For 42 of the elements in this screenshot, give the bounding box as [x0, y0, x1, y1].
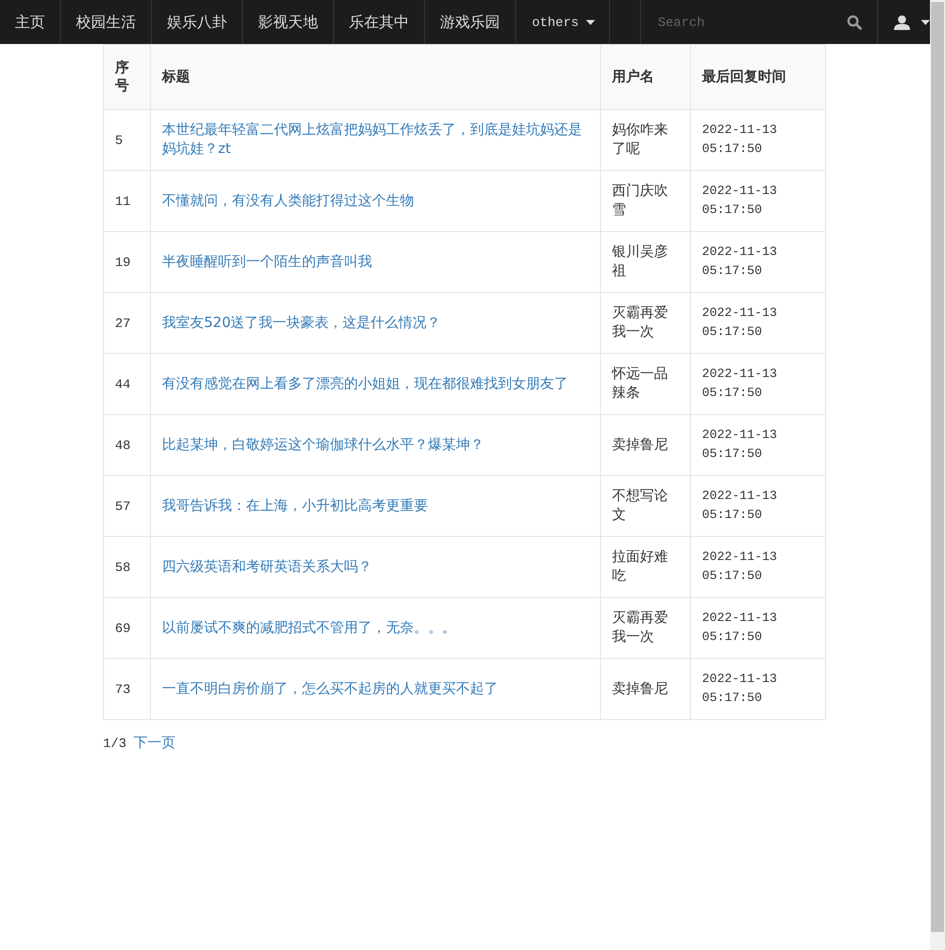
table-cell: 2022-11-13 05:17:50 — [690, 598, 826, 658]
table-cell: 19 — [104, 232, 150, 292]
table-cell: 48 — [104, 414, 150, 476]
caret-icon — [920, 20, 930, 24]
table-cell: 2022-11-13 05:17:50 — [690, 414, 826, 476]
table-cell: 卖掉鲁尼 — [600, 658, 690, 720]
table-cell: 27 — [104, 292, 150, 354]
table-cell: 58 — [104, 536, 150, 598]
nav-link[interactable]: 主页 — [0, 0, 61, 44]
table-cell: 73 — [104, 658, 150, 720]
column-header: 序号 — [104, 44, 150, 110]
table-cell: 44 — [104, 354, 150, 414]
user-icon — [894, 14, 910, 30]
table-cell: 2022-11-13 05:17:50 — [690, 232, 826, 292]
table-cell: 怀远一品辣条 — [600, 354, 690, 414]
table-cell: 2022-11-13 05:17:50 — [690, 658, 826, 720]
table-cell: 2022-11-13 05:17:50 — [690, 110, 826, 170]
table-cell: 5 — [104, 110, 150, 170]
table-cell: 2022-11-13 05:17:50 — [690, 354, 826, 414]
table-cell: 2022-11-13 05:17:50 — [690, 170, 826, 232]
table-cell: 57 — [104, 476, 150, 536]
table-cell: 不想写论文 — [600, 476, 690, 536]
column-header: 最后回复时间 — [690, 44, 826, 110]
table-cell: 灭霸再爱我一次 — [600, 598, 690, 658]
table-cell: 妈你咋来了呢 — [600, 110, 690, 170]
search-field[interactable]: Search — [656, 14, 847, 30]
table-cell: 拉面好难吃 — [600, 536, 690, 598]
caret-icon — [586, 20, 595, 24]
table-cell: 西门庆吹雪 — [600, 170, 690, 232]
table-cell: 2022-11-13 05:17:50 — [690, 292, 826, 354]
page-count: 1/3 — [103, 736, 126, 751]
column-header: 用户名 — [600, 44, 690, 110]
table-cell: 卖掉鲁尼 — [600, 414, 690, 476]
table-cell: 11 — [104, 170, 150, 232]
table-cell: 2022-11-13 05:17:50 — [690, 476, 826, 536]
next-page-link[interactable]: 下一页 — [133, 734, 176, 752]
table-cell: 69 — [104, 598, 150, 658]
table-cell: 灭霸再爱我一次 — [600, 292, 690, 354]
search-icon[interactable] — [846, 14, 862, 30]
table-cell: 2022-11-13 05:17:50 — [690, 536, 826, 598]
table-cell: 银川吴彦祖 — [600, 232, 690, 292]
column-header: 标题 — [150, 44, 600, 110]
